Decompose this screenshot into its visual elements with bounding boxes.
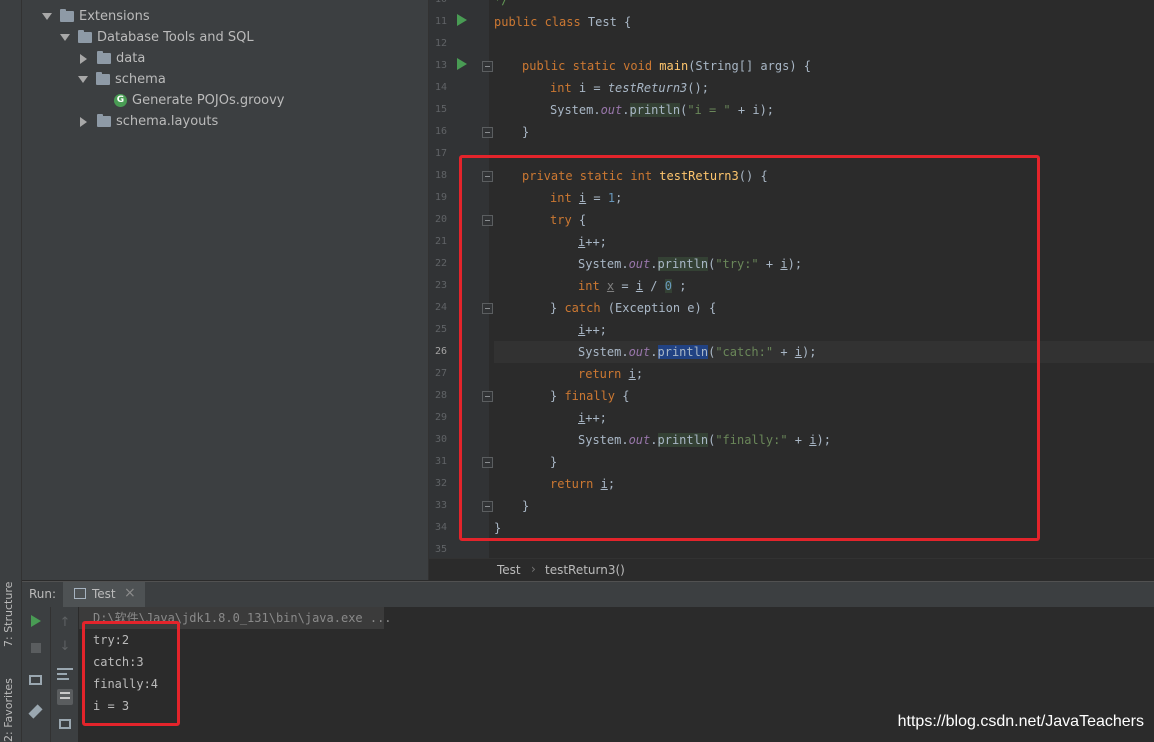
breadcrumb-class[interactable]: Test (497, 563, 521, 577)
expand-arrow-icon[interactable] (42, 13, 52, 20)
line-number: 31 (434, 456, 447, 467)
folder-icon (78, 30, 92, 43)
run-class-icon[interactable] (457, 14, 467, 26)
line-number: 13 (434, 60, 447, 71)
code-line-16: } (522, 125, 530, 139)
line-number: 25 (434, 324, 447, 335)
line-number: 28 (434, 390, 447, 401)
line-number: 34 (434, 522, 447, 533)
tree-item-label: data (116, 51, 146, 66)
run-panel-header: Run: Test × (22, 581, 1154, 607)
run-tab-label: Test (92, 587, 116, 601)
line-number: 35 (434, 544, 447, 555)
expand-arrow-icon[interactable] (78, 76, 88, 83)
left-tool-strip: 7: Structure 2: Favorites (0, 0, 22, 742)
folder-icon (97, 51, 111, 64)
soft-wrap-icon[interactable] (57, 665, 73, 681)
stop-icon[interactable] (28, 641, 44, 657)
groovy-file-icon: G (114, 94, 127, 107)
tree-item-label: schema.layouts (116, 114, 219, 129)
line-number: 20 (434, 214, 447, 225)
run-panel-label: Run: (29, 587, 57, 601)
tree-item-label: Database Tools and SQL (97, 30, 254, 45)
collapse-arrow-icon[interactable] (80, 116, 87, 127)
structure-tool-tab[interactable]: 7: Structure (2, 572, 20, 647)
line-number: 14 (434, 82, 447, 93)
folder-icon (60, 9, 74, 22)
line-number: 27 (434, 368, 447, 379)
watermark-text: https://blog.csdn.net/JavaTeachers (897, 713, 1144, 730)
line-number: 21 (434, 236, 447, 247)
line-number: 16 (434, 126, 447, 137)
line-number: 33 (434, 500, 447, 511)
breadcrumb-method[interactable]: testReturn3() (545, 563, 625, 577)
breadcrumb: Test › testReturn3() (429, 558, 1154, 581)
run-main-icon[interactable] (457, 58, 467, 70)
folder-icon (97, 114, 111, 127)
pin-icon[interactable] (28, 704, 44, 721)
close-tab-icon[interactable]: × (124, 585, 136, 601)
line-number: 18 (434, 170, 447, 181)
layout-icon[interactable] (28, 673, 44, 689)
run-tab-test[interactable]: Test × (63, 582, 145, 607)
line-number-current: 26 (434, 346, 447, 357)
line-number: 11 (434, 16, 447, 27)
line-number: 10 (429, 0, 447, 11)
tree-item-extensions[interactable]: Extensions (42, 6, 150, 27)
line-number: 30 (434, 434, 447, 445)
line-number: 15 (434, 104, 447, 115)
tree-item-label: Generate POJOs.groovy (132, 93, 285, 108)
code-line-11: public class Test { (494, 15, 632, 29)
tree-item-database-tools[interactable]: Database Tools and SQL (60, 27, 254, 48)
fold-marker-icon[interactable] (482, 127, 493, 138)
line-number: 23 (434, 280, 447, 291)
project-tree-panel: Extensions Database Tools and SQL data s… (22, 0, 429, 580)
code-line-14: int i = testReturn3(); (550, 81, 709, 95)
breadcrumb-separator: › (531, 562, 536, 576)
run-toolbar-left (22, 607, 51, 742)
line-number: 17 (434, 148, 447, 159)
down-arrow-icon[interactable]: ↓ (57, 639, 73, 655)
line-number: 29 (434, 412, 447, 423)
fold-marker-icon[interactable] (482, 61, 493, 72)
up-arrow-icon[interactable]: ↑ (57, 615, 73, 631)
console-icon (74, 588, 86, 599)
folder-icon (96, 72, 110, 85)
line-number: 24 (434, 302, 447, 313)
line-number: 12 (434, 38, 447, 49)
tree-item-generate-pojos[interactable]: G Generate POJOs.groovy (114, 90, 285, 111)
favorites-tool-tab[interactable]: 2: Favorites (2, 670, 20, 742)
collapse-arrow-icon[interactable] (80, 53, 87, 64)
line-number: 19 (434, 192, 447, 203)
line-number: 22 (434, 258, 447, 269)
tree-item-schema[interactable]: schema (78, 69, 166, 90)
tree-item-schema-layouts[interactable]: schema.layouts (78, 111, 218, 132)
rerun-icon[interactable] (28, 615, 44, 631)
scroll-to-end-icon[interactable] (57, 689, 73, 705)
code-line-15: System.out.println("i = " + i); (550, 103, 775, 117)
run-toolbar-right: ↑ ↓ (51, 607, 78, 742)
tree-item-label: schema (115, 72, 166, 87)
tree-item-data[interactable]: data (78, 48, 145, 69)
code-line-10: */ (494, 0, 509, 7)
line-number: 32 (434, 478, 447, 489)
highlight-box-output (82, 621, 180, 726)
tree-item-label: Extensions (79, 9, 150, 24)
expand-arrow-icon[interactable] (60, 34, 70, 41)
code-line-13: public static void main(String[] args) { (522, 59, 812, 73)
highlight-box-method (459, 155, 1040, 541)
print-icon[interactable] (57, 717, 73, 733)
